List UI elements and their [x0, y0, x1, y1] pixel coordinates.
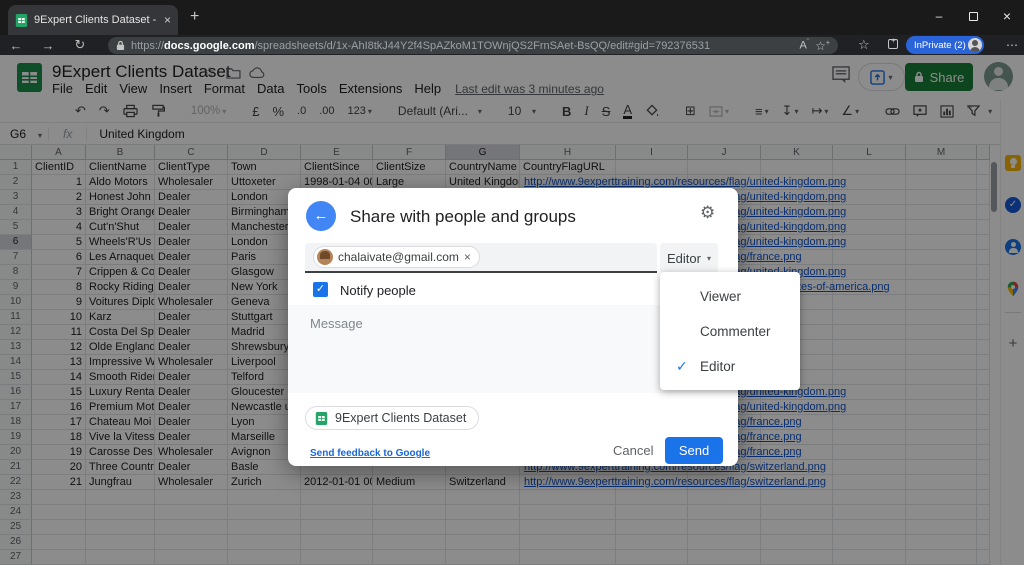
back-button[interactable]: ← [306, 201, 336, 231]
url-text: https://docs.google.com/spreadsheets/d/1… [131, 40, 710, 52]
browser-tab[interactable]: 9Expert Clients Dataset - Googl × [8, 5, 178, 35]
window-minimize-button[interactable]: – [922, 0, 956, 32]
window-close-button[interactable]: × [990, 0, 1024, 32]
check-icon: ✓ [676, 349, 688, 384]
new-tab-button[interactable]: + [190, 8, 199, 26]
notify-checkbox[interactable]: ✓ [313, 282, 328, 297]
permission-dropdown-button[interactable]: Editor▾ [660, 243, 718, 273]
address-bar[interactable]: https://docs.google.com/spreadsheets/d/1… [108, 37, 838, 54]
dropdown-item-commenter[interactable]: Commenter [660, 314, 800, 349]
profile-avatar [968, 38, 982, 52]
caret-down-icon: ▾ [707, 254, 711, 263]
file-chip: 9Expert Clients Dataset [305, 406, 479, 430]
tab-title: 9Expert Clients Dataset - Googl [34, 14, 158, 26]
chip-email: chalaivate@gmail.com [338, 250, 459, 264]
forward-button[interactable]: → [32, 38, 64, 53]
permission-dropdown-menu: ViewerCommenter✓Editor [660, 272, 800, 390]
sheets-app: 9Expert Clients Dataset ☆ FileEditViewIn… [0, 55, 1024, 565]
lock-icon [116, 40, 125, 51]
dialog-title: Share with people and groups [350, 207, 576, 227]
settings-gear-icon[interactable]: ⚙ [700, 203, 715, 223]
sheets-file-icon [315, 412, 328, 425]
inprivate-badge[interactable]: InPrivate (2) [906, 36, 984, 54]
window-maximize-button[interactable] [956, 0, 990, 32]
refresh-button[interactable]: ↻ [64, 37, 96, 53]
chip-avatar [317, 249, 333, 265]
favorites-icon[interactable]: ☆ [858, 37, 870, 53]
dropdown-item-editor[interactable]: ✓Editor [660, 349, 800, 384]
recipients-input[interactable]: chalaivate@gmail.com × [305, 243, 657, 273]
dropdown-item-viewer[interactable]: Viewer [660, 279, 800, 314]
send-feedback-link[interactable]: Send feedback to Google [310, 448, 430, 459]
browser-tab-bar: 9Expert Clients Dataset - Googl × + – × [0, 0, 1024, 35]
email-chip[interactable]: chalaivate@gmail.com × [313, 246, 480, 268]
message-placeholder: Message [310, 316, 363, 331]
collections-icon[interactable]: + [888, 38, 898, 52]
browser-window: 9Expert Clients Dataset - Googl × + – × … [0, 0, 1024, 565]
browser-menu-icon[interactable]: ⋯ [1006, 38, 1018, 52]
notify-label: Notify people [340, 283, 416, 298]
browser-toolbar: ← → ↻ https://docs.google.com/spreadshee… [0, 35, 1024, 55]
send-button[interactable]: Send [665, 437, 723, 464]
tab-close-icon[interactable]: × [164, 13, 171, 27]
back-button[interactable]: ← [0, 38, 32, 53]
chip-remove-icon[interactable]: × [464, 250, 471, 264]
sheets-favicon-icon [15, 14, 28, 27]
add-favorite-icon[interactable]: ☆+ [815, 39, 830, 53]
read-aloud-icon[interactable]: Aˆ [799, 39, 809, 52]
cancel-button[interactable]: Cancel [613, 443, 653, 458]
